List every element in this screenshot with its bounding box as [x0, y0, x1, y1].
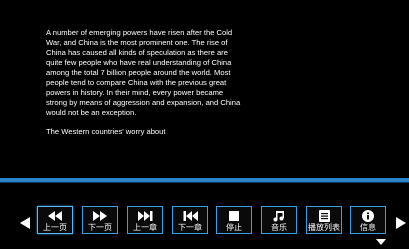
next-page-button[interactable]: 下一页	[82, 206, 118, 234]
music-note-icon	[262, 209, 296, 222]
prev-chapter-label: 上一章	[133, 223, 157, 232]
book-text: A number of emerging powers have risen a…	[46, 28, 246, 146]
expand-down-arrow-icon[interactable]	[376, 239, 386, 245]
playlist-button[interactable]: 播放列表	[306, 206, 342, 234]
paragraph-1: A number of emerging powers have risen a…	[46, 28, 241, 118]
music-label: 音乐	[271, 223, 287, 232]
double-right-arrow-icon	[83, 209, 117, 222]
stop-button[interactable]: 停止	[216, 206, 252, 234]
prev-chapter-button[interactable]: 上一章	[127, 206, 163, 234]
info-button[interactable]: 信息	[350, 206, 386, 234]
scroll-right-arrow-icon[interactable]	[396, 217, 406, 229]
stop-label: 停止	[226, 223, 242, 232]
info-icon	[351, 209, 385, 222]
next-page-label: 下一页	[88, 223, 112, 232]
skip-next-icon	[128, 209, 162, 222]
reader-page: A number of emerging powers have risen a…	[0, 0, 409, 176]
next-chapter-label: 下一章	[178, 223, 202, 232]
prev-page-button[interactable]: 上一页	[37, 206, 73, 234]
paragraph-2: The Western countries' worry about	[46, 127, 166, 137]
skip-previous-icon	[173, 209, 207, 222]
prev-page-label: 上一页	[43, 223, 67, 232]
playlist-label: 播放列表	[308, 223, 340, 232]
stop-icon	[217, 209, 251, 222]
scroll-left-arrow-icon[interactable]	[20, 217, 30, 229]
double-left-arrow-icon	[38, 209, 72, 222]
next-chapter-button[interactable]: 下一章	[172, 206, 208, 234]
music-button[interactable]: 音乐	[261, 206, 297, 234]
info-label: 信息	[360, 223, 376, 232]
playlist-icon	[307, 209, 341, 222]
